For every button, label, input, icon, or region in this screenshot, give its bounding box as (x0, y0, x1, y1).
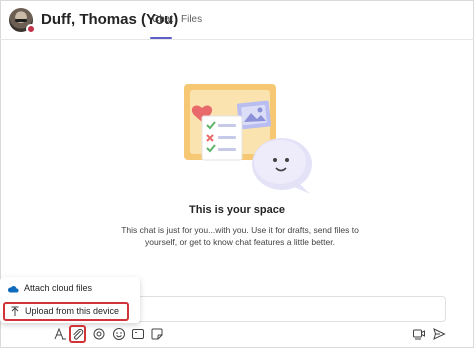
onedrive-cloud-icon (7, 283, 19, 295)
format-icon[interactable] (53, 327, 67, 341)
upload-arrow-icon (9, 306, 21, 318)
gif-icon[interactable] (131, 327, 145, 341)
loop-icon[interactable] (92, 327, 106, 341)
menu-item-label: Attach cloud files (24, 283, 93, 293)
send-icon[interactable] (432, 327, 446, 341)
schedule-meeting-icon[interactable] (412, 327, 426, 341)
menu-item-attach-cloud-files[interactable]: Attach cloud files (0, 280, 140, 298)
menu-item-label: Upload from this device (25, 306, 120, 316)
tab-chat[interactable]: Chat (152, 14, 173, 25)
space-heading: This is your space (189, 204, 285, 216)
presence-status-icon (26, 24, 36, 34)
space-description: This chat is just for you...with you. Us… (121, 225, 359, 247)
active-tab-indicator (150, 37, 172, 39)
emoji-icon[interactable] (112, 327, 126, 341)
menu-item-upload-from-device[interactable]: Upload from this device (3, 302, 129, 321)
sticker-icon[interactable] (150, 327, 164, 341)
chat-header: Duff, Thomas (You) Chat Files (0, 0, 474, 40)
your-space-illustration (180, 78, 320, 198)
attach-icon[interactable] (71, 328, 85, 342)
tab-files[interactable]: Files (181, 14, 202, 25)
